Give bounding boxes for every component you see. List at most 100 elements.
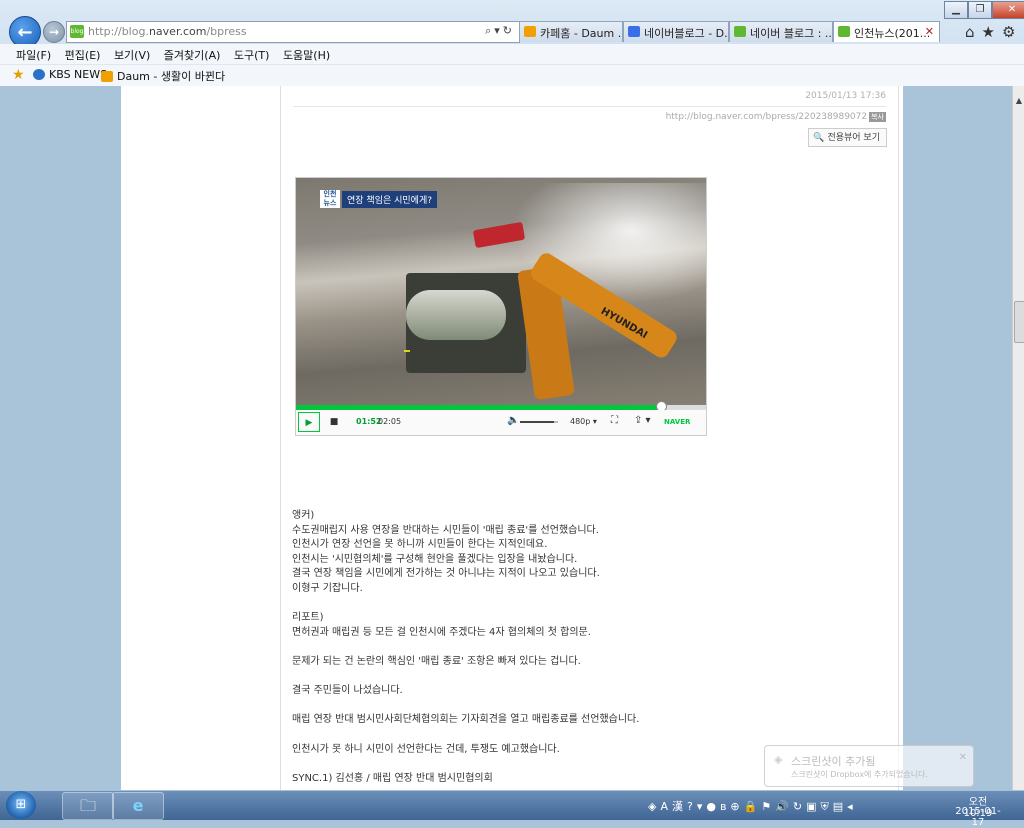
menu-edit[interactable]: 편집(E) — [65, 47, 101, 63]
article-line — [292, 597, 882, 612]
ie-icon: e — [132, 796, 144, 815]
tab-daum-cafe[interactable]: 카페홈 - Daum ... — [519, 21, 623, 42]
forward-button[interactable]: → — [43, 21, 65, 43]
notification-close-icon[interactable]: ✕ — [959, 752, 967, 763]
logo-line1: 인천 — [323, 190, 337, 198]
search-icon[interactable]: ⌕ — [485, 24, 494, 37]
post-url: http://blog.naver.com/bpress/22023898907… — [666, 112, 886, 122]
article-line: 앵커) — [292, 510, 315, 521]
refresh-icon[interactable]: ↻ — [503, 24, 515, 37]
scroll-up-icon[interactable]: ▲ — [1013, 96, 1024, 106]
shield-icon[interactable]: ⛨ — [821, 800, 833, 813]
favorite-kbs-news[interactable]: KBS NEWS — [33, 68, 107, 81]
favorites-add-icon[interactable]: ★ — [12, 67, 25, 83]
tab-label: 카페홈 - Daum ... — [540, 27, 623, 40]
taskbar: ⊞ 🗀 e ◈A漢?▾●ʙ⊕🔒⚑🔊↻▣⛨▤◂ 오전 10:19 2015-01-… — [0, 790, 1024, 828]
browser-chrome: ← → blog http://blog.naver.com/bpress ⌕▾… — [0, 0, 1024, 87]
daum-favicon-icon — [524, 26, 536, 37]
menu-tools[interactable]: 도구(T) — [234, 47, 270, 63]
favorites-bar: ★ KBS NEWS Daum - 생활이 바뀐다 — [0, 64, 1024, 86]
favorite-label: Daum - 생활이 바뀐다 — [117, 70, 226, 83]
help-icon[interactable]: ? — [687, 800, 697, 813]
maximize-button[interactable]: ❐ — [968, 1, 992, 19]
minimize-button[interactable]: ▁ — [944, 1, 968, 19]
address-bar[interactable]: blog http://blog.naver.com/bpress ⌕▾↻ — [66, 21, 520, 43]
tab-label: 인천뉴스(201... — [854, 27, 931, 40]
play-button[interactable]: ▶ — [298, 412, 320, 432]
naver-logo[interactable]: NAVER — [664, 418, 690, 426]
menu-bar: 파일(F) 편집(E) 보기(V) 즐겨찾기(A) 도구(T) 도움말(H) — [0, 44, 1024, 64]
quality-select[interactable]: 480p ▾ — [570, 417, 597, 426]
blog-favicon-icon: blog — [70, 25, 84, 38]
address-url[interactable]: http://blog.naver.com/bpress — [88, 25, 247, 38]
magnifier-icon: 🔍 — [813, 133, 825, 143]
clock-date[interactable]: 2015-01-17 — [950, 806, 1006, 828]
sync-icon[interactable]: ↻ — [793, 800, 806, 813]
start-button[interactable]: ⊞ — [6, 791, 36, 819]
blog-favicon-icon — [734, 26, 746, 37]
play-icon: ▶ — [305, 418, 313, 428]
menu-file[interactable]: 파일(F) — [16, 47, 51, 63]
copy-url-button[interactable]: 복사 — [869, 112, 886, 122]
back-arrow-icon: ← — [17, 21, 33, 43]
tray-expand-icon[interactable]: ▾ — [697, 800, 707, 813]
post-url-text[interactable]: http://blog.naver.com/bpress/22023898907… — [666, 112, 868, 122]
share-icon[interactable]: ⇪ ▾ — [634, 415, 651, 426]
total-time: 02:05 — [378, 417, 402, 426]
pdf-icon[interactable]: ▤ — [833, 800, 847, 813]
close-button[interactable]: ✕ — [992, 1, 1024, 19]
network-icon[interactable]: ⊕ — [730, 800, 743, 813]
article-line: 이형구 기잡니다. — [292, 582, 363, 594]
notification-title: 스크린샷이 추가됨 — [791, 755, 876, 768]
menu-help[interactable]: 도움말(H) — [283, 47, 330, 63]
favorites-star-icon[interactable]: ★ — [982, 23, 1002, 41]
stop-button[interactable]: ■ — [326, 414, 342, 430]
tab-naver-blog-daum[interactable]: 네이버블로그 - D... — [623, 21, 729, 42]
yellow-sign-image — [404, 350, 410, 352]
flag-icon[interactable]: ⚑ — [761, 800, 775, 813]
home-icon[interactable]: ⌂ — [965, 23, 982, 41]
article-line: 결국 연장 책임을 시민에게 전가하는 것 아니냐는 지적이 나오고 있습니다. — [292, 568, 600, 580]
menu-favorites[interactable]: 즐겨찾기(A) — [164, 47, 221, 63]
taskbar-internet-explorer[interactable]: e — [112, 792, 164, 820]
bluetooth-icon[interactable]: ʙ — [720, 800, 730, 813]
incheon-news-logo: 인천 뉴스 — [320, 190, 340, 208]
device-icon[interactable]: ▣ — [806, 800, 820, 813]
stop-icon: ■ — [329, 417, 339, 427]
ime-han-icon[interactable]: 漢 — [672, 800, 687, 813]
dropbox-notification[interactable]: ◈ 스크린샷이 추가됨 스크린샷이 Dropbox에 추가되었습니다. ✕ — [764, 745, 974, 787]
dropbox-icon: ◈ — [774, 753, 783, 766]
browser-toolbar-right: ⌂★⚙ — [965, 23, 1022, 41]
speaker-icon[interactable]: ◂ — [847, 800, 857, 813]
favorite-label: KBS NEWS — [49, 68, 108, 81]
quality-label: 480p — [570, 417, 591, 426]
tab-incheon-news[interactable]: 인천뉴스(201... ✕ — [833, 21, 940, 42]
daum-icon — [101, 71, 113, 82]
vertical-scrollbar[interactable]: ▲ — [1012, 86, 1024, 790]
volume-icon[interactable]: 🔊 — [775, 800, 793, 813]
dedicated-viewer-button[interactable]: 🔍 전용뷰어 보기 — [808, 128, 887, 147]
scroll-thumb[interactable] — [1014, 301, 1024, 343]
article-line: 인천시가 연장 선언을 못 하니까 시민들이 한다는 지적인데요. — [292, 539, 548, 551]
tray-app-icon[interactable]: ● — [706, 800, 720, 813]
tab-close-icon[interactable]: ✕ — [925, 25, 934, 38]
favorite-daum[interactable]: Daum - 생활이 바뀐다 — [101, 68, 225, 84]
tab-naver-blog[interactable]: 네이버 블로그 : ... — [729, 21, 833, 42]
title-bar: ← → blog http://blog.naver.com/bpress ⌕▾… — [0, 0, 1024, 48]
volume-icon[interactable]: 🔈 — [507, 415, 519, 426]
kbs-icon — [33, 69, 45, 80]
article-line — [292, 699, 882, 714]
language-icon[interactable]: ◈ — [648, 800, 660, 813]
menu-view[interactable]: 보기(V) — [114, 47, 150, 63]
fullscreen-icon[interactable]: ⛶ — [611, 415, 618, 426]
lock-icon[interactable]: 🔒 — [744, 800, 762, 813]
video-player[interactable]: HYUNDAI 인천 뉴스 연장 책임은 시민에게? ▶ ■ 01:52 02:0… — [295, 177, 707, 436]
dropdown-icon[interactable]: ▾ — [494, 24, 503, 37]
settings-gear-icon[interactable]: ⚙ — [1002, 23, 1022, 41]
taskbar-explorer[interactable]: 🗀 — [62, 792, 114, 820]
tab-label: 네이버블로그 - D... — [644, 27, 729, 40]
video-frame[interactable]: HYUNDAI 인천 뉴스 연장 책임은 시민에게? — [296, 178, 706, 405]
ime-a-icon[interactable]: A — [660, 800, 672, 813]
volume-slider[interactable] — [520, 421, 558, 423]
article-line: 매립 연장 반대 범시민사회단체협의회는 기자회견을 열고 매립종료를 선언했습… — [292, 714, 640, 726]
